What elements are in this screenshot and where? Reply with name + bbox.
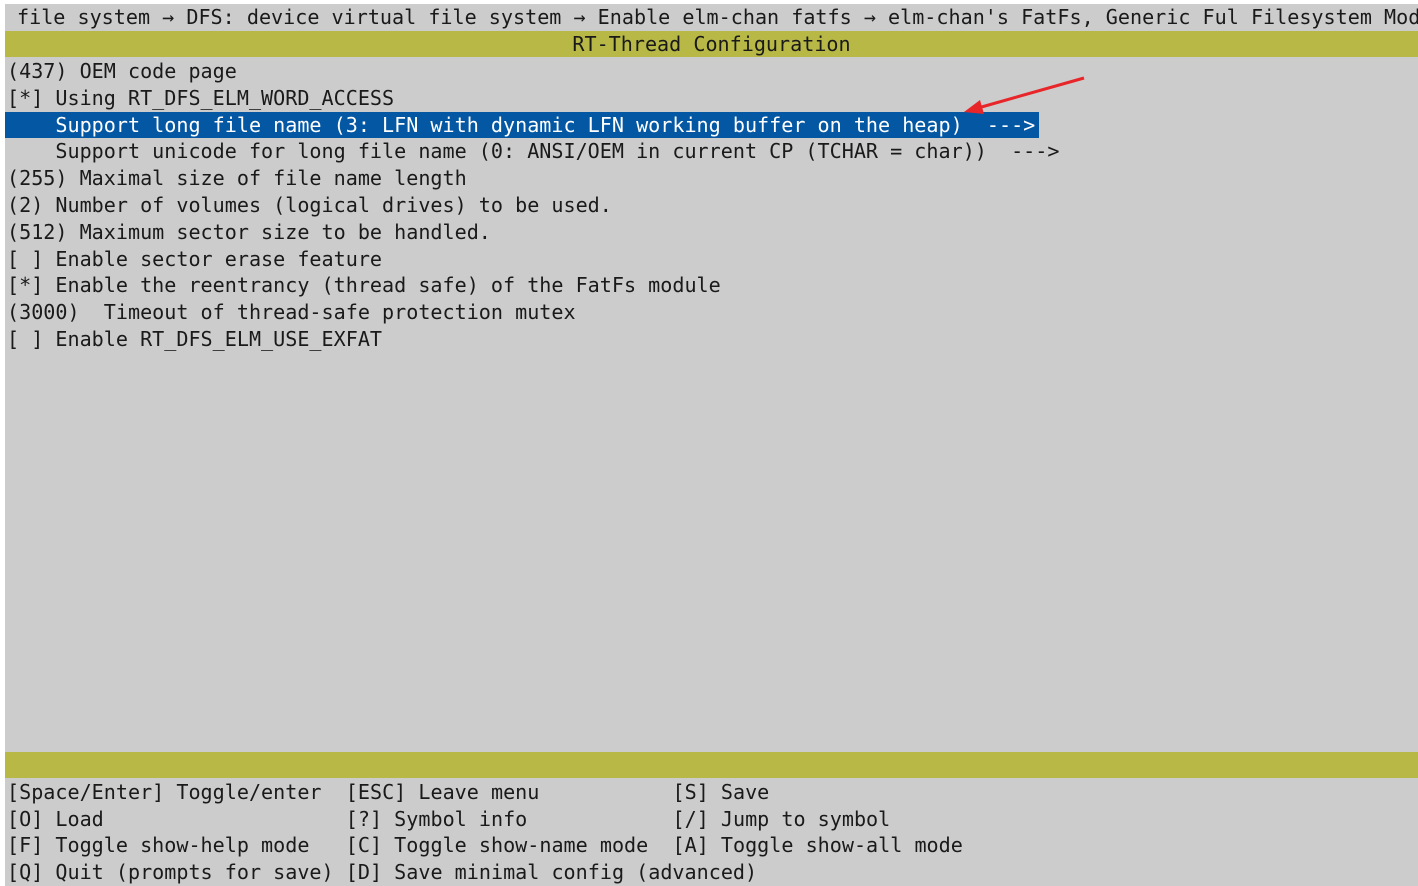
red-arrow-icon bbox=[964, 76, 1085, 114]
